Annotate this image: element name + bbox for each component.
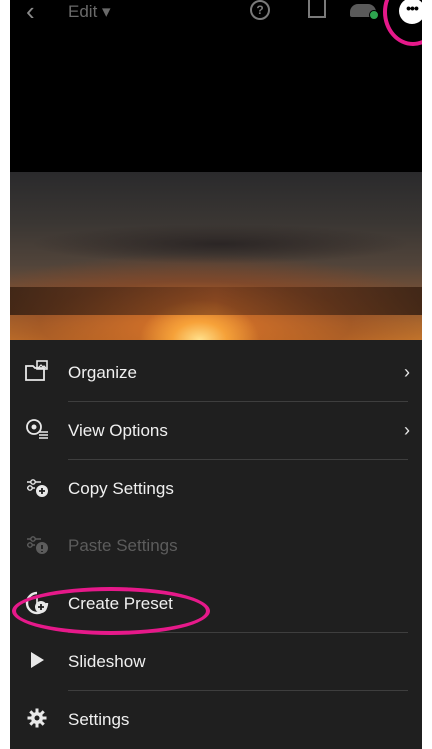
play-icon: [24, 649, 50, 675]
help-icon[interactable]: ?: [250, 0, 270, 20]
photo-cloud-layer: [30, 224, 410, 264]
menu-item-organize[interactable]: Organize ›: [10, 344, 422, 401]
highlight-ring-create-preset: [12, 587, 210, 635]
menu-item-copy-settings[interactable]: Copy Settings: [10, 460, 422, 517]
menu-item-label: Paste Settings: [68, 535, 178, 555]
highlight-ring-more-options: [383, 0, 422, 46]
menu-item-label: Copy Settings: [68, 478, 174, 498]
menu-item-label: View Options: [68, 420, 168, 440]
photo-cloud-layer-lower: [10, 287, 422, 315]
menu-item-settings[interactable]: Settings: [10, 691, 422, 748]
photo-preview: [10, 172, 422, 340]
chevron-right-icon: ›: [404, 362, 410, 382]
menu-item-label: Settings: [68, 709, 130, 729]
menu-item-paste-settings: Paste Settings: [10, 517, 422, 574]
compare-icon[interactable]: [308, 0, 326, 18]
app-screen: ‹ Edit ▾ ? ••• Organize › View Options ›: [10, 0, 422, 749]
sync-status-dot: [369, 10, 379, 20]
folder-image-icon: [24, 359, 50, 386]
top-bar: ‹ Edit ▾ ? •••: [10, 0, 422, 30]
copy-settings-icon: [24, 476, 50, 502]
menu-item-slideshow[interactable]: Slideshow: [10, 633, 422, 690]
chevron-right-icon: ›: [404, 420, 410, 440]
menu-item-label: Organize: [68, 362, 137, 382]
more-options-menu: Organize › View Options › Copy Settings …: [10, 340, 422, 749]
paste-settings-icon: [24, 533, 50, 559]
back-icon[interactable]: ‹: [26, 0, 35, 27]
gear-icon: [24, 707, 50, 733]
menu-item-label: Slideshow: [68, 651, 146, 671]
menu-item-view-options[interactable]: View Options ›: [10, 402, 422, 459]
edit-mode-dropdown[interactable]: Edit ▾: [68, 2, 111, 22]
view-options-icon: [24, 418, 50, 444]
